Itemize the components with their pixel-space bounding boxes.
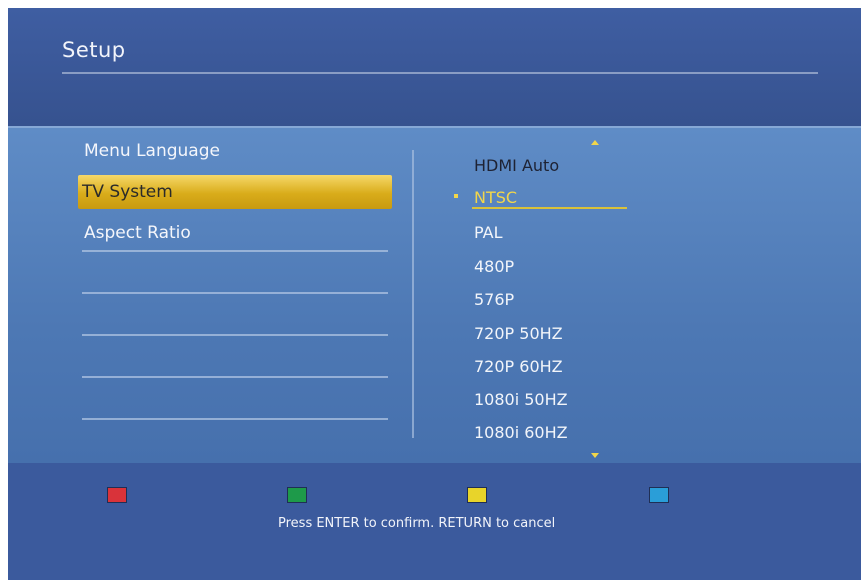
header-bar: Setup — [8, 8, 861, 126]
selected-marker-icon — [454, 194, 458, 198]
menu-item-tv-system[interactable]: TV System — [78, 175, 392, 209]
menu-panel: Menu Language TV System Aspect Ratio HDM… — [8, 126, 861, 465]
scroll-up-arrow-icon[interactable] — [591, 140, 599, 145]
option-ntsc[interactable]: NTSC — [474, 188, 517, 208]
red-key-icon[interactable] — [107, 487, 127, 503]
panel-divider — [412, 150, 414, 438]
title-divider — [62, 72, 818, 74]
scroll-down-arrow-icon[interactable] — [591, 453, 599, 458]
option-720p-60hz[interactable]: 720P 60HZ — [474, 357, 563, 377]
option-1080i-50hz[interactable]: 1080i 50HZ — [474, 390, 568, 410]
yellow-key-icon[interactable] — [467, 487, 487, 503]
page-title: Setup — [62, 38, 126, 62]
menu-item-aspect-ratio[interactable]: Aspect Ratio — [82, 216, 388, 250]
footer-bar: Press ENTER to confirm. RETURN to cancel — [8, 463, 861, 580]
selected-option-underline — [472, 207, 627, 209]
option-576p[interactable]: 576P — [474, 290, 514, 310]
option-480p[interactable]: 480P — [474, 257, 514, 277]
option-1080i-60hz[interactable]: 1080i 60HZ — [474, 423, 568, 443]
option-pal[interactable]: PAL — [474, 223, 502, 243]
empty-slot-divider — [82, 376, 388, 378]
tv-setup-screen: Setup Menu Language TV System Aspect Rat… — [8, 8, 861, 580]
empty-slot-divider — [82, 418, 388, 420]
blue-key-icon[interactable] — [649, 487, 669, 503]
footer-hint: Press ENTER to confirm. RETURN to cancel — [278, 516, 556, 531]
empty-slot-divider — [82, 334, 388, 336]
menu-item-language[interactable]: Menu Language — [82, 134, 388, 168]
green-key-icon[interactable] — [287, 487, 307, 503]
empty-slot-divider — [82, 292, 388, 294]
option-hdmi-auto[interactable]: HDMI Auto — [474, 156, 559, 176]
empty-slot-divider — [82, 250, 388, 252]
option-720p-50hz[interactable]: 720P 50HZ — [474, 324, 563, 344]
